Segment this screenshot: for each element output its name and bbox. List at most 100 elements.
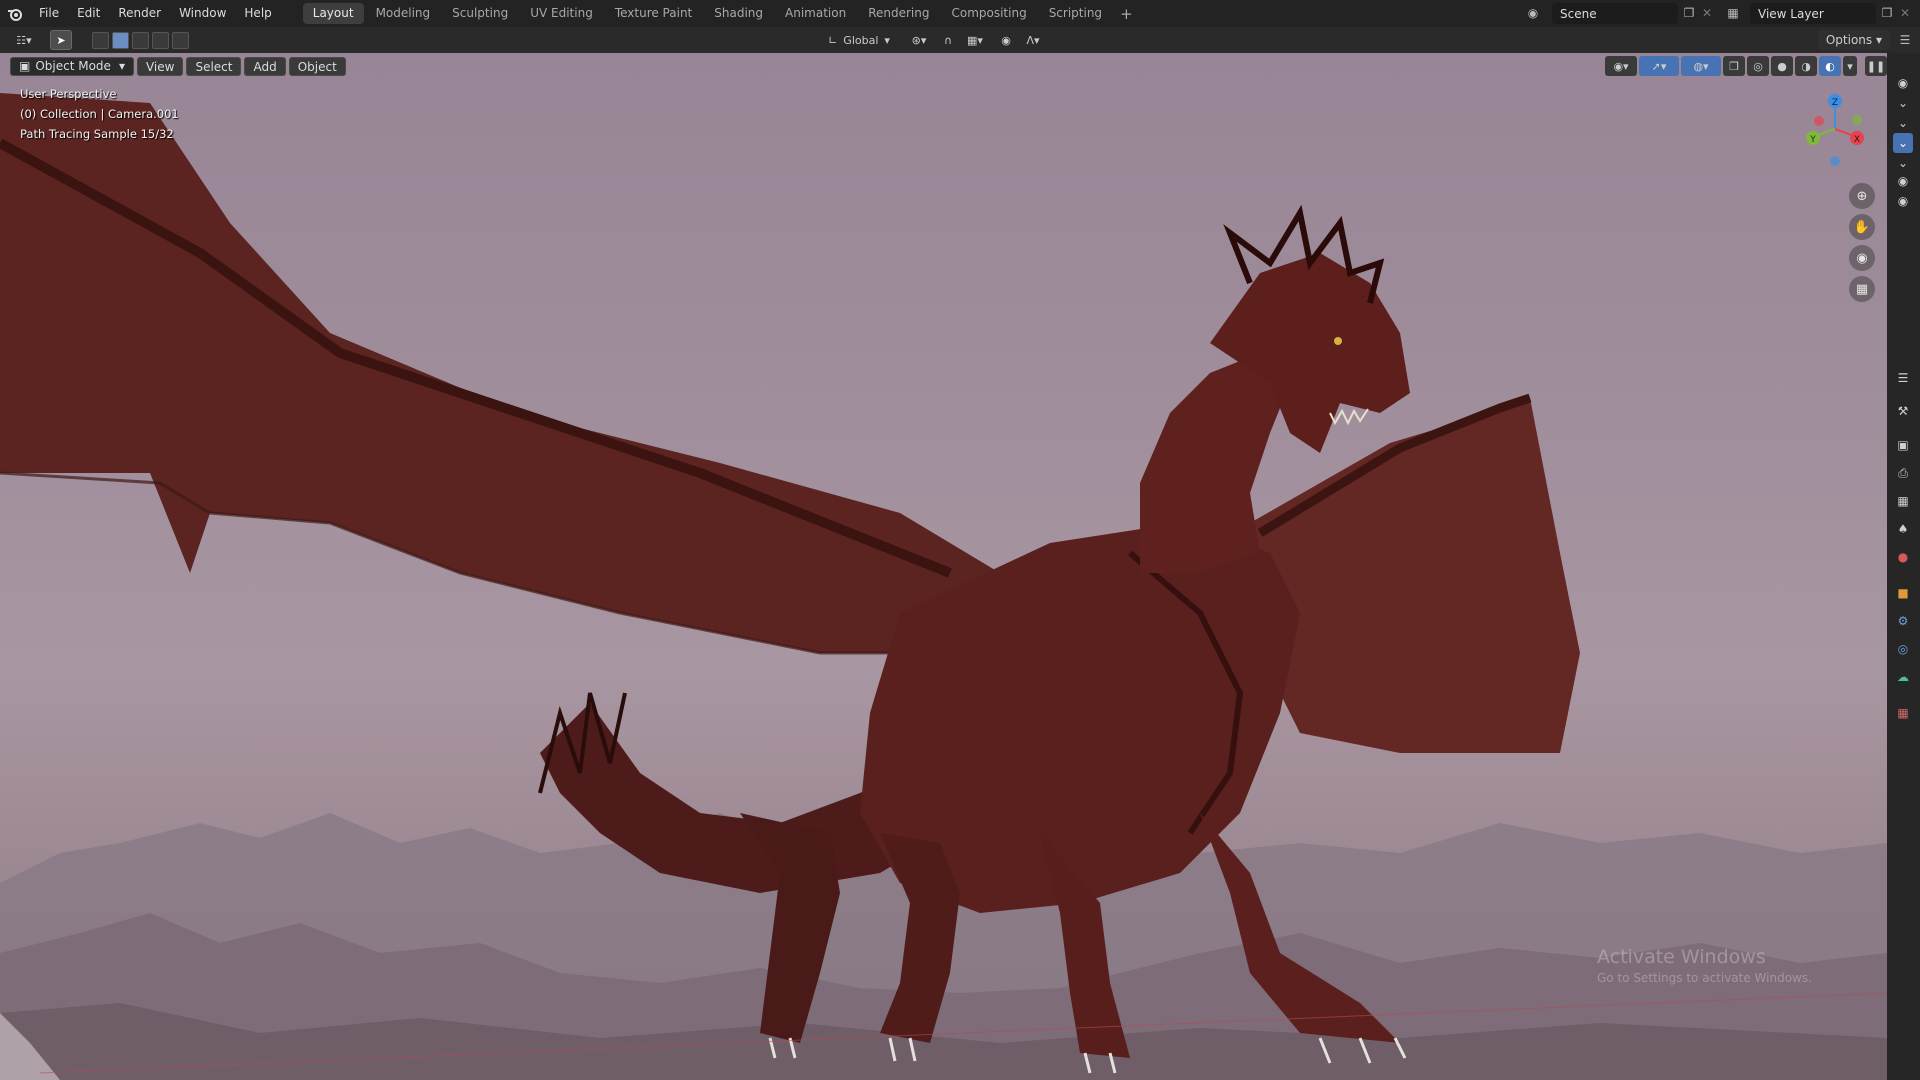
view-layer-properties-icon[interactable]: ▦: [1893, 491, 1913, 511]
world-properties-icon[interactable]: ●: [1893, 547, 1913, 567]
rendered-shading-icon[interactable]: ◐: [1819, 56, 1841, 76]
view-layer-name: View Layer: [1758, 6, 1824, 21]
snap-target-dropdown[interactable]: ▦▾: [960, 30, 990, 50]
new-view-layer-icon[interactable]: ❐: [1878, 4, 1896, 22]
object-properties-icon[interactable]: ■: [1893, 583, 1913, 603]
pivot-point-dropdown[interactable]: ⊛▾: [904, 30, 934, 50]
gizmo-toggle-icon[interactable]: ➚▾: [1639, 56, 1679, 76]
perspective-toggle-icon[interactable]: ▦: [1849, 276, 1875, 302]
pan-hand-icon[interactable]: ✋: [1849, 214, 1875, 240]
cursor-arrow-icon: ➤: [56, 33, 66, 47]
scene-properties-icon[interactable]: ♠: [1893, 519, 1913, 539]
activate-windows-subtitle: Go to Settings to activate Windows.: [1597, 971, 1812, 985]
tab-scripting[interactable]: Scripting: [1039, 3, 1112, 24]
select-tool-button[interactable]: ➤: [50, 30, 72, 50]
workspace-tabs: Layout Modeling Sculpting UV Editing Tex…: [302, 0, 1139, 27]
gizmo-y-label: Y: [1809, 135, 1816, 145]
menu-window[interactable]: Window: [170, 0, 235, 27]
perspective-label: User Perspective: [20, 87, 117, 101]
editor-type-button[interactable]: ☷▾: [8, 30, 40, 50]
select-mode-subtract-icon[interactable]: [132, 32, 149, 49]
menu-help[interactable]: Help: [235, 0, 280, 27]
gizmo-x-label: X: [1854, 135, 1860, 145]
tool-properties-icon[interactable]: ⚒: [1893, 401, 1913, 421]
properties-editor-icon[interactable]: ☰: [1893, 368, 1913, 388]
tab-modeling[interactable]: Modeling: [366, 3, 441, 24]
proportional-edit-icon: ◉: [1001, 33, 1011, 47]
scene-field[interactable]: Scene: [1552, 3, 1678, 24]
xray-toggle-icon[interactable]: ❐: [1723, 56, 1745, 76]
orientation-label: Global: [843, 33, 879, 47]
solid-shading-icon[interactable]: ●: [1771, 56, 1793, 76]
delete-view-layer-icon[interactable]: ✕: [1896, 4, 1914, 22]
tab-animation[interactable]: Animation: [775, 3, 856, 24]
chevron-down-icon: ▾: [118, 58, 125, 73]
collapse-chevron-icon[interactable]: ⌄: [1893, 153, 1913, 173]
wireframe-shading-icon[interactable]: ◎: [1747, 56, 1769, 76]
transform-orientation-dropdown[interactable]: ∟ Global ▾: [820, 30, 898, 50]
view-layer-field[interactable]: View Layer: [1750, 3, 1876, 24]
visibility-eye-icon[interactable]: ◉: [1893, 171, 1913, 191]
select-mode-set-icon[interactable]: [92, 32, 109, 49]
delete-scene-icon[interactable]: ✕: [1698, 4, 1716, 22]
tab-shading[interactable]: Shading: [704, 3, 773, 24]
object-mode-icon: ▣: [19, 58, 31, 73]
new-scene-icon[interactable]: ❐: [1680, 4, 1698, 22]
camera-view-icon[interactable]: ◉: [1849, 245, 1875, 271]
menu-render[interactable]: Render: [109, 0, 170, 27]
object-data-properties-icon[interactable]: ☁: [1893, 667, 1913, 687]
selection-mode-group: [92, 32, 189, 49]
magnet-icon: ∩: [943, 33, 953, 47]
pause-render-icon[interactable]: ❚❚: [1865, 56, 1887, 76]
snap-increment-icon: ▦▾: [967, 33, 983, 47]
navigation-gizmo[interactable]: Z X Y: [1795, 89, 1875, 169]
visibility-eye-icon[interactable]: ◉: [1893, 73, 1913, 93]
select-mode-intersect-icon[interactable]: [172, 32, 189, 49]
scene-selector-icon[interactable]: ◉: [1524, 4, 1542, 22]
collapse-chevron-icon[interactable]: ⌄: [1893, 93, 1913, 113]
snap-toggle[interactable]: ∩: [938, 30, 958, 50]
add-workspace-button[interactable]: +: [1114, 5, 1139, 23]
physics-properties-icon[interactable]: ◎: [1893, 639, 1913, 659]
zoom-icon[interactable]: ⊕: [1849, 183, 1875, 209]
dragon-right-wing: [1250, 398, 1580, 753]
tab-compositing[interactable]: Compositing: [941, 3, 1036, 24]
blender-logo-icon[interactable]: [0, 0, 30, 27]
tab-rendering[interactable]: Rendering: [858, 3, 939, 24]
active-object-label: (0) Collection | Camera.001: [20, 107, 179, 121]
orientation-axes-icon: ∟: [828, 33, 838, 47]
shading-options-icon[interactable]: ▾: [1843, 56, 1857, 76]
chevron-down-icon: ▾: [884, 33, 890, 47]
material-preview-icon[interactable]: ◑: [1795, 56, 1817, 76]
3d-viewport[interactable]: ▣ Object Mode ▾ View Select Add Object U…: [0, 53, 1887, 1080]
add-menu[interactable]: Add: [244, 56, 286, 76]
proportional-falloff-dropdown[interactable]: Λ▾: [1018, 30, 1048, 50]
object-menu[interactable]: Object: [288, 56, 346, 76]
modifier-properties-icon[interactable]: ⚙: [1893, 611, 1913, 631]
view-menu[interactable]: View: [136, 56, 184, 76]
select-mode-extend-icon[interactable]: [112, 32, 129, 49]
view-layer-selector-icon[interactable]: ▦: [1724, 4, 1742, 22]
collapse-chevron-icon[interactable]: ⌄: [1893, 133, 1913, 153]
collapse-chevron-icon[interactable]: ⌄: [1893, 113, 1913, 133]
output-properties-icon[interactable]: ⎙: [1893, 463, 1913, 483]
visibility-dropdown-icon[interactable]: ◉▾: [1605, 56, 1637, 76]
visibility-eye-icon[interactable]: ◉: [1893, 191, 1913, 211]
overlays-toggle-icon[interactable]: ◍▾: [1681, 56, 1721, 76]
outliner-editor-icon[interactable]: ☰: [1896, 31, 1914, 49]
tab-layout[interactable]: Layout: [302, 3, 364, 24]
select-mode-difference-icon[interactable]: [152, 32, 169, 49]
viewport-shading-tools: ◉▾ ➚▾ ◍▾ ❐ ◎ ● ◑ ◐ ▾ ❚❚: [1603, 55, 1887, 77]
menu-file[interactable]: File: [30, 0, 68, 27]
object-mode-dropdown[interactable]: ▣ Object Mode ▾: [10, 56, 134, 76]
tab-sculpting[interactable]: Sculpting: [442, 3, 518, 24]
render-properties-icon[interactable]: ▣: [1893, 435, 1913, 455]
proportional-edit-toggle[interactable]: ◉: [996, 30, 1016, 50]
tab-uv-editing[interactable]: UV Editing: [520, 3, 603, 24]
options-dropdown[interactable]: Options ▾: [1817, 30, 1890, 50]
falloff-curve-icon: Λ▾: [1026, 33, 1040, 47]
texture-properties-icon[interactable]: ▦: [1893, 703, 1913, 723]
menu-edit[interactable]: Edit: [68, 0, 109, 27]
tab-texture-paint[interactable]: Texture Paint: [605, 3, 702, 24]
select-menu[interactable]: Select: [186, 56, 242, 76]
